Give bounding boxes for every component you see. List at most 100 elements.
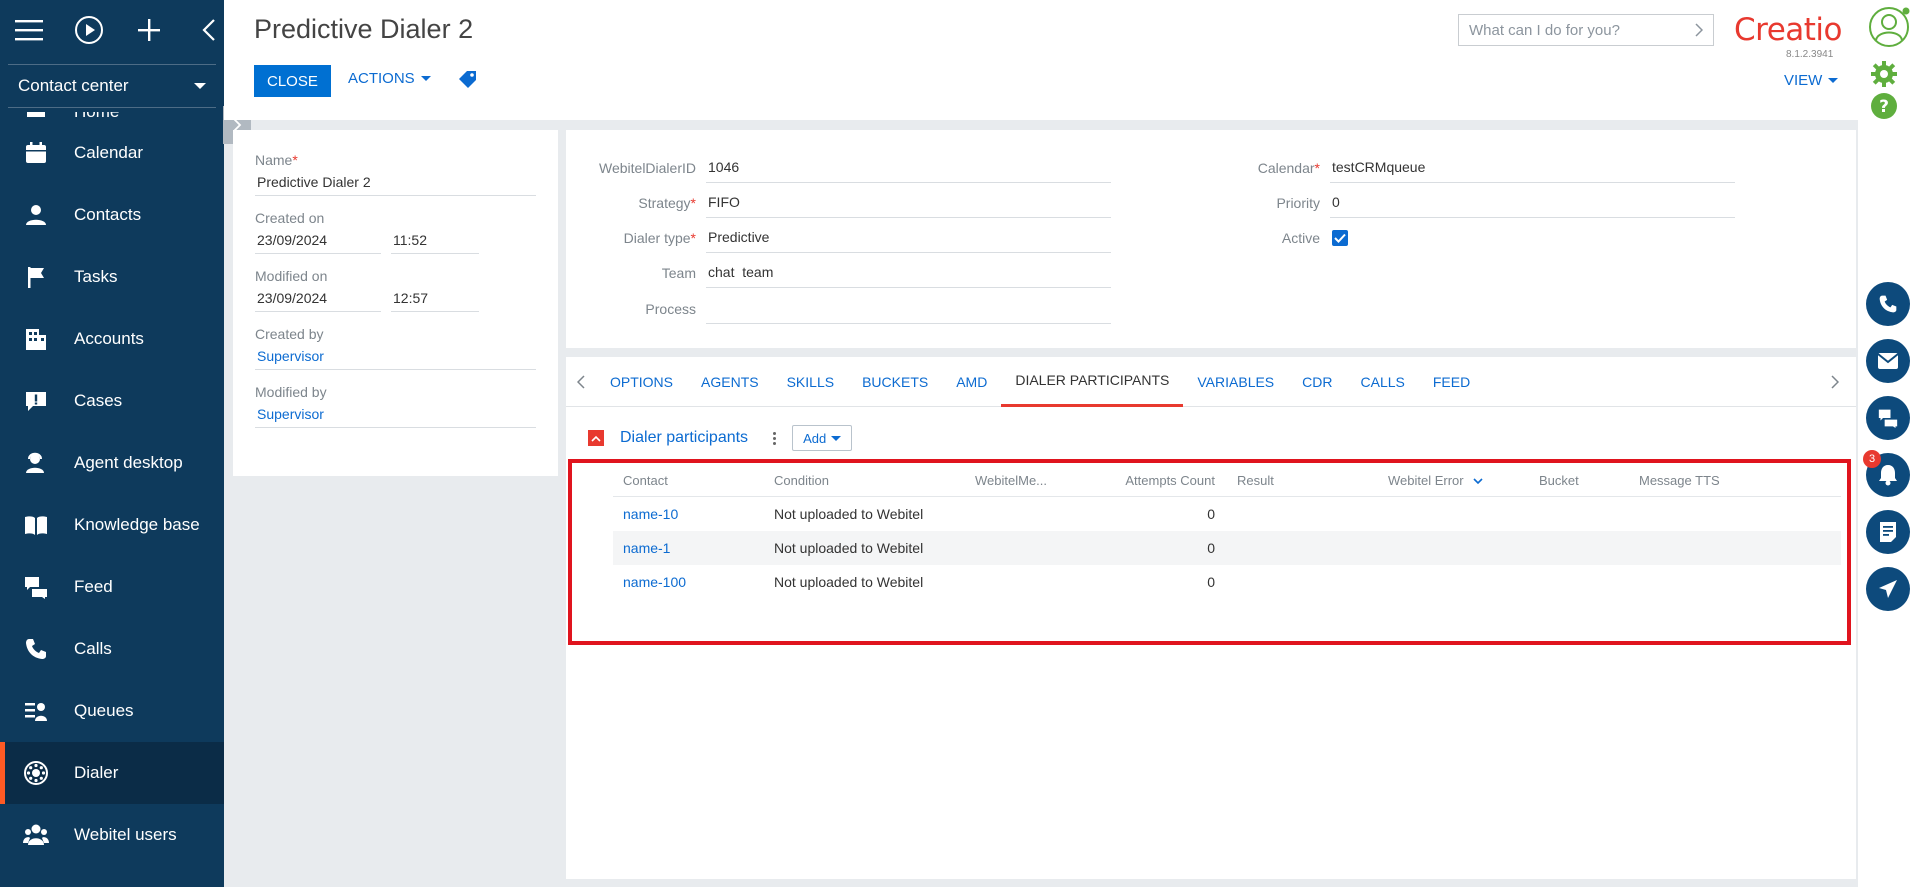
nav-item-queues[interactable]: Queues	[0, 680, 224, 742]
col-webitel-me[interactable]: WebitelMe...	[965, 473, 1095, 488]
nav-label: Tasks	[74, 267, 118, 286]
col-attempts-count[interactable]: Attempts Count	[1095, 473, 1227, 488]
modified-date-field[interactable]: 23/09/2024	[255, 284, 381, 312]
dialer-id-field[interactable]: 1046	[706, 153, 1111, 183]
queue-icon	[22, 697, 50, 725]
building-icon	[22, 325, 50, 353]
chat-icon[interactable]	[1866, 396, 1910, 440]
tab-cdr[interactable]: CDR	[1288, 357, 1346, 407]
chevron-down-icon	[831, 435, 842, 441]
tab-variables[interactable]: VARIABLES	[1183, 357, 1288, 407]
tab-buckets[interactable]: BUCKETS	[848, 357, 942, 407]
modified-time-field[interactable]: 12:57	[391, 284, 479, 312]
participants-section-header: Dialer participants Add	[588, 425, 853, 451]
nav-item-dialer[interactable]: Dialer	[0, 742, 224, 804]
nav-item-feed[interactable]: Feed	[0, 556, 224, 618]
tab-options[interactable]: OPTIONS	[596, 357, 687, 407]
send-icon[interactable]	[1866, 567, 1910, 611]
col-webitel-error[interactable]: Webitel Error	[1378, 473, 1529, 488]
tab-scroll-left[interactable]	[566, 357, 596, 407]
strategy-field[interactable]: FIFO	[706, 188, 1111, 218]
play-icon[interactable]	[74, 15, 104, 45]
nav-item-agent-desktop[interactable]: Agent desktop	[0, 432, 224, 494]
collapse-toggle[interactable]	[588, 430, 604, 446]
nav-item-cases[interactable]: Cases	[0, 370, 224, 432]
add-button[interactable]: Add	[792, 425, 853, 451]
chat-bubbles-icon	[22, 573, 50, 601]
chevron-right-icon	[1831, 375, 1839, 389]
process-row: Process	[566, 291, 1111, 326]
nav-menu: Home Calendar Contacts Tasks Accounts Ca…	[0, 112, 224, 887]
name-field-label: Name*	[255, 152, 298, 168]
attempts-cell: 0	[1207, 506, 1215, 522]
phone-icon	[22, 635, 50, 663]
contact-link[interactable]: name-10	[613, 506, 764, 522]
nav-label: Dialer	[74, 763, 119, 782]
table-row[interactable]: name-1 Not uploaded to Webitel 0	[613, 531, 1841, 565]
tab-feed[interactable]: FEED	[1419, 357, 1484, 407]
attempts-cell: 0	[1207, 540, 1215, 556]
dialer-type-field[interactable]: Predictive	[706, 223, 1111, 253]
team-field[interactable]: chat team	[706, 258, 1111, 288]
command-search-input[interactable]: What can I do for you?	[1458, 14, 1714, 46]
nav-item-accounts[interactable]: Accounts	[0, 308, 224, 370]
process-label: Process	[645, 300, 696, 317]
table-row[interactable]: name-10 Not uploaded to Webitel 0	[613, 497, 1841, 531]
priority-row: Priority 0	[1190, 185, 1735, 220]
nav-item-knowledge-base[interactable]: Knowledge base	[0, 494, 224, 556]
process-field[interactable]	[706, 294, 1111, 324]
tab-scroll-right[interactable]	[1820, 357, 1850, 407]
calendar-field[interactable]: testCRMqueue	[1330, 153, 1735, 183]
col-condition[interactable]: Condition	[764, 473, 965, 488]
view-dropdown[interactable]: VIEW	[1784, 72, 1839, 89]
add-label: Add	[803, 430, 827, 446]
checkmark-icon	[1334, 233, 1346, 243]
close-button[interactable]: CLOSE	[254, 65, 331, 97]
actions-dropdown[interactable]: ACTIONS	[348, 70, 431, 87]
tab-calls[interactable]: CALLS	[1347, 357, 1419, 407]
chevron-left-icon	[577, 374, 585, 389]
page-title: Predictive Dialer 2	[254, 14, 474, 44]
nav-item-calendar[interactable]: Calendar	[0, 122, 224, 184]
nav-item-calls[interactable]: Calls	[0, 618, 224, 680]
plus-icon[interactable]	[134, 15, 164, 45]
help-icon[interactable]: ?	[1870, 92, 1898, 120]
back-chevron-icon[interactable]	[194, 15, 224, 45]
created-by-link[interactable]: Supervisor	[255, 342, 536, 370]
sort-chevron-down-icon	[1473, 478, 1483, 485]
nav-label: Cases	[74, 391, 123, 410]
modified-by-link[interactable]: Supervisor	[255, 400, 536, 428]
created-time-field[interactable]: 11:52	[391, 226, 479, 254]
detail-tabs-panel: OPTIONS AGENTS SKILLS BUCKETS AMD DIALER…	[566, 357, 1856, 879]
name-field[interactable]: Predictive Dialer 2	[255, 168, 536, 196]
dialer-id-label: WebitelDialerID	[599, 159, 696, 176]
tab-dialer-participants[interactable]: DIALER PARTICIPANTS	[1001, 357, 1184, 407]
tag-icon[interactable]	[459, 70, 477, 93]
chevron-down-icon	[420, 76, 431, 81]
tab-skills[interactable]: SKILLS	[773, 357, 848, 407]
workspace-select[interactable]: Contact center	[8, 64, 216, 108]
created-date-field[interactable]: 23/09/2024	[255, 226, 381, 254]
phone-icon[interactable]	[1866, 282, 1910, 326]
nav-item-contacts[interactable]: Contacts	[0, 184, 224, 246]
more-options-icon[interactable]	[770, 431, 778, 445]
table-row[interactable]: name-100 Not uploaded to Webitel 0	[613, 565, 1841, 599]
email-icon[interactable]	[1866, 339, 1910, 383]
gear-icon[interactable]	[1870, 60, 1898, 88]
contact-link[interactable]: name-1	[613, 540, 764, 556]
tab-amd[interactable]: AMD	[942, 357, 1001, 407]
hamburger-menu-icon[interactable]	[14, 15, 44, 45]
nav-item-webitel-users[interactable]: Webitel users	[0, 804, 224, 866]
document-icon[interactable]	[1866, 510, 1910, 554]
nav-item-home[interactable]: Home	[0, 112, 224, 122]
col-result[interactable]: Result	[1227, 473, 1378, 488]
col-contact[interactable]: Contact	[613, 473, 764, 488]
tab-agents[interactable]: AGENTS	[687, 357, 773, 407]
col-message-tts[interactable]: Message TTS	[1629, 473, 1841, 488]
active-checkbox[interactable]	[1332, 229, 1348, 246]
priority-field[interactable]: 0	[1330, 188, 1735, 218]
contact-link[interactable]: name-100	[613, 574, 764, 590]
nav-item-tasks[interactable]: Tasks	[0, 246, 224, 308]
user-profile-icon[interactable]	[1868, 6, 1910, 48]
col-bucket[interactable]: Bucket	[1529, 473, 1629, 488]
